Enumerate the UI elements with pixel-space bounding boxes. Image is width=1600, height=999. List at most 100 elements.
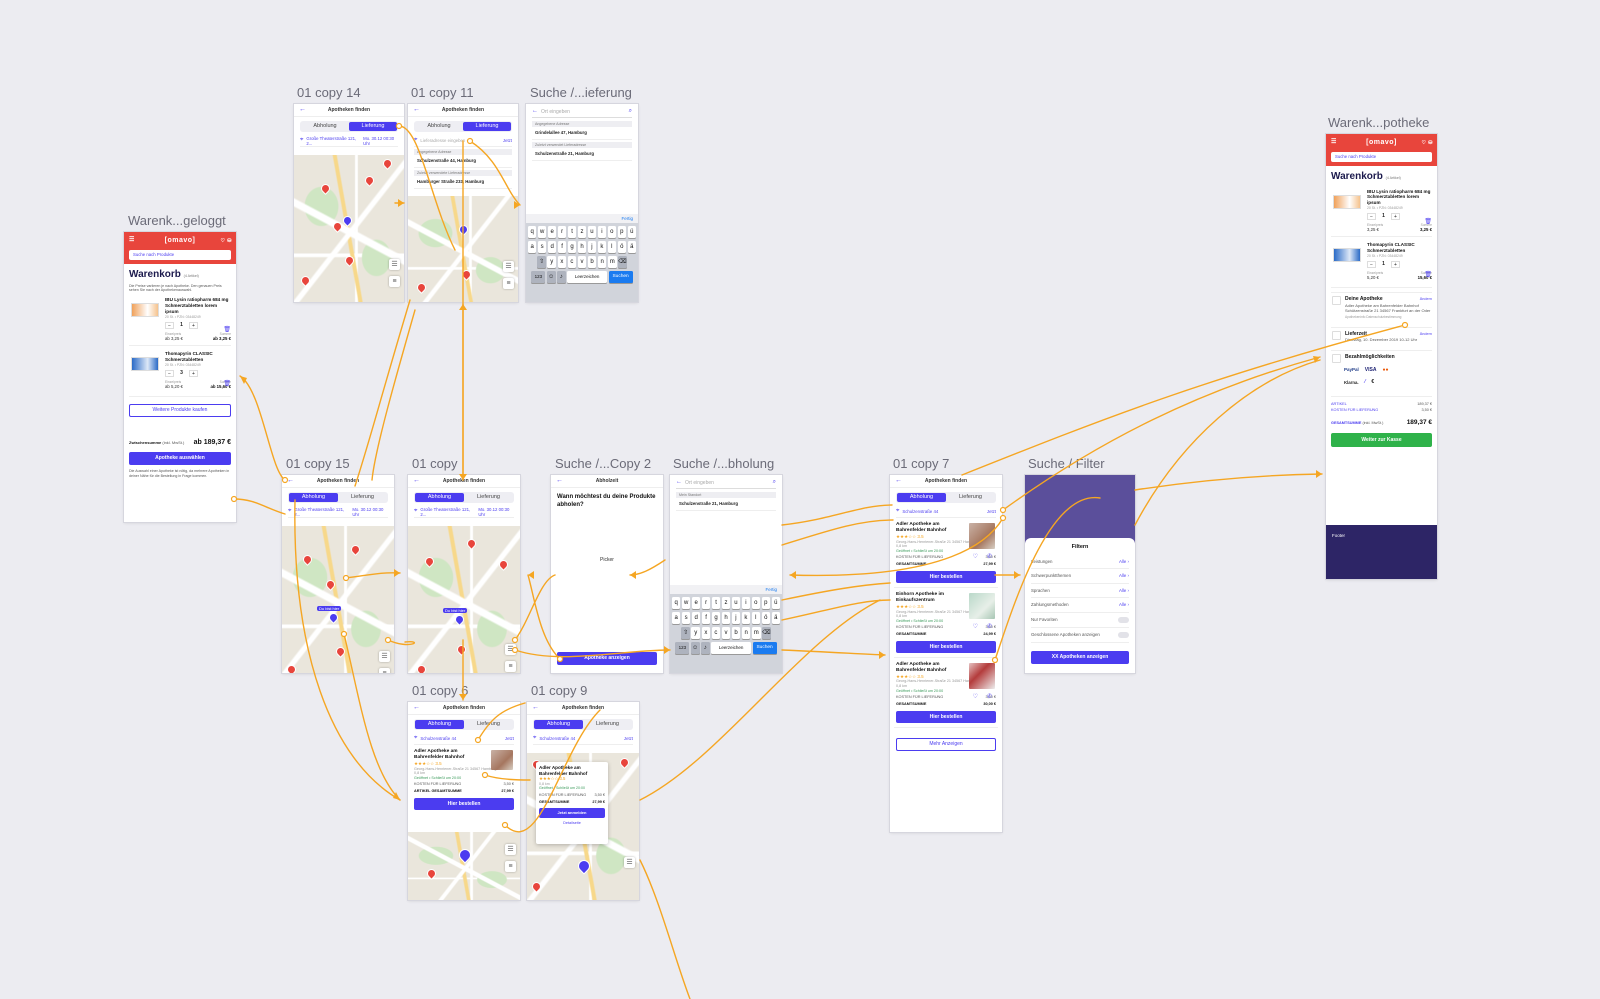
key[interactable]: h bbox=[577, 241, 587, 253]
product-name[interactable]: IBU Lysin ratiopharm 684 mg Schmerztable… bbox=[1367, 189, 1432, 206]
favorites-toggle[interactable] bbox=[1118, 616, 1129, 623]
order-here-button[interactable]: Hier bestellen bbox=[896, 570, 996, 583]
key[interactable]: g bbox=[711, 612, 721, 624]
phone-icon[interactable]: ✆ bbox=[987, 694, 992, 702]
tab-abholung[interactable]: Abholung bbox=[415, 720, 464, 729]
phone-icon[interactable]: ✆ bbox=[987, 554, 992, 562]
map-pin[interactable] bbox=[350, 544, 361, 555]
mic-icon[interactable]: ♪ bbox=[701, 642, 710, 654]
back-arrow-icon[interactable]: ← bbox=[413, 106, 420, 115]
address-row[interactable]: ⌖ Große Theaterstraße 121, 2... Mo. 30.12 … bbox=[288, 507, 388, 518]
key[interactable]: r bbox=[557, 226, 567, 238]
key[interactable]: w bbox=[537, 226, 547, 238]
tab-lieferung[interactable]: Lieferung bbox=[349, 122, 397, 131]
key[interactable]: d bbox=[547, 241, 557, 253]
key[interactable]: f bbox=[557, 241, 567, 253]
trash-icon[interactable]: 🗑 bbox=[1424, 272, 1432, 280]
key[interactable]: v bbox=[721, 627, 731, 639]
heart-icon[interactable]: ♡ bbox=[973, 554, 978, 562]
key[interactable]: e bbox=[691, 597, 701, 609]
key[interactable]: u bbox=[587, 226, 597, 238]
back-arrow-icon[interactable]: ← bbox=[413, 477, 420, 486]
show-more-button[interactable]: Mehr Anzeigen bbox=[896, 737, 996, 751]
plus-button[interactable]: + bbox=[189, 321, 198, 329]
key[interactable]: j bbox=[587, 241, 597, 253]
change-pharmacy-link[interactable]: Ändern bbox=[1420, 297, 1432, 302]
key[interactable]: p bbox=[617, 226, 627, 238]
mic-icon[interactable]: ♪ bbox=[557, 271, 566, 283]
backspace-key[interactable]: ⌫ bbox=[762, 627, 771, 639]
address-row[interactable]: ⌖ Schulzenstraße 44 Jetzt bbox=[414, 734, 514, 745]
map-pin[interactable] bbox=[382, 158, 393, 169]
pharmacy-links[interactable]: Apothekeninfo Datenschutzbestimmung bbox=[1345, 315, 1432, 319]
tab-abholung[interactable]: Abholung bbox=[301, 122, 349, 131]
search-input[interactable]: Ort eingeben bbox=[541, 109, 570, 115]
keyboard[interactable]: qwertzuiopü asdfghjklöä ⇧ y x c v b n m ⌫ 123 ☺ ♪ L… bbox=[670, 594, 782, 673]
globe-icon[interactable]: ☺ bbox=[546, 271, 556, 283]
product-name[interactable]: IBU Lysin ratiopharm 684 mg Schmerztable… bbox=[165, 297, 231, 314]
filter-row-sprachen[interactable]: Sprachen Alle › bbox=[1031, 584, 1129, 599]
key[interactable]: l bbox=[607, 241, 617, 253]
pharmacy-name[interactable]: Adler Apotheke am Bahrenfelder Bahnhof bbox=[896, 662, 960, 674]
map-pin[interactable] bbox=[320, 183, 331, 194]
shift-key[interactable]: ⇧ bbox=[681, 627, 690, 639]
key[interactable]: q bbox=[528, 226, 537, 238]
map-view[interactable]: Du bist hier ☰ ≡ bbox=[282, 526, 394, 673]
keyboard[interactable]: qwertzuiopü asdfghjklöä ⇧ y x c v b n m ⌫ 123 ☺ ♪ L… bbox=[526, 223, 638, 302]
map-pin[interactable] bbox=[426, 868, 437, 879]
key-search[interactable]: Suchen bbox=[752, 642, 777, 654]
address-suggestion[interactable]: Schulzenstraße 21, Hamburg bbox=[532, 148, 632, 161]
product-search-input[interactable]: Suche nach Produkte bbox=[1331, 152, 1432, 162]
tab-lieferung[interactable]: Lieferung bbox=[464, 720, 513, 729]
key[interactable]: u bbox=[731, 597, 741, 609]
selected-pharmacy-pin[interactable] bbox=[576, 858, 592, 874]
quantity-stepper[interactable]: −1 + bbox=[165, 321, 231, 329]
map-view[interactable]: Du bist hier ☰ ≡ bbox=[408, 526, 520, 673]
more-products-button[interactable]: Weitere Produkte kaufen bbox=[129, 404, 231, 418]
key[interactable]: i bbox=[741, 597, 751, 609]
list-view-icon[interactable]: ☰ bbox=[379, 651, 390, 662]
show-pharmacy-button[interactable]: Apotheke anzeigen bbox=[557, 652, 657, 665]
key-space[interactable]: Leerzeichen bbox=[567, 271, 608, 283]
phone-icon[interactable]: ✆ bbox=[987, 624, 992, 632]
key[interactable]: l bbox=[751, 612, 761, 624]
key[interactable]: s bbox=[681, 612, 691, 624]
back-arrow-icon[interactable]: ← bbox=[287, 477, 294, 486]
order-here-button[interactable]: Hier bestellen bbox=[896, 640, 996, 653]
plus-button[interactable]: + bbox=[1391, 261, 1400, 269]
key[interactable]: w bbox=[681, 597, 691, 609]
map-view[interactable]: ☰ ≡ bbox=[408, 832, 520, 900]
list-view-icon[interactable]: ☰ bbox=[505, 644, 516, 655]
key[interactable]: x bbox=[557, 256, 567, 268]
key[interactable]: a bbox=[528, 241, 537, 253]
trash-icon[interactable]: 🗑 bbox=[223, 327, 231, 335]
key[interactable]: x bbox=[701, 627, 711, 639]
key[interactable]: c bbox=[567, 256, 577, 268]
search-bar[interactable]: ← Ort eingeben ⌕ bbox=[676, 478, 776, 489]
map-pin[interactable] bbox=[424, 556, 435, 567]
quantity-stepper[interactable]: −1 + bbox=[1367, 261, 1432, 269]
key[interactable]: m bbox=[607, 256, 617, 268]
tab-lieferung[interactable]: Lieferung bbox=[463, 122, 511, 131]
map-pin[interactable] bbox=[344, 255, 355, 266]
list-view-icon[interactable]: ☰ bbox=[505, 844, 516, 855]
back-arrow-icon[interactable]: ← bbox=[676, 479, 682, 487]
map-view[interactable]: ☰ ≡ bbox=[294, 155, 404, 302]
key-numbers[interactable]: 123 bbox=[675, 642, 690, 654]
pharmacy-name[interactable]: Adler Apotheke am Bahrenfelder Bahnhof bbox=[539, 765, 605, 776]
minus-button[interactable]: − bbox=[1367, 261, 1376, 269]
map-pin[interactable] bbox=[466, 538, 477, 549]
map-pin[interactable] bbox=[286, 664, 297, 673]
heart-icon[interactable]: ♡ bbox=[973, 624, 978, 632]
tab-lieferung[interactable]: Lieferung bbox=[338, 493, 387, 502]
heart-cart-icon[interactable]: ♡ ⛁ bbox=[220, 238, 232, 244]
key[interactable]: g bbox=[567, 241, 577, 253]
time-picker[interactable]: Picker bbox=[551, 557, 663, 563]
key-numbers[interactable]: 123 bbox=[531, 271, 546, 283]
done-button[interactable]: Fertig bbox=[765, 587, 777, 592]
trash-icon[interactable]: 🗑 bbox=[1424, 219, 1432, 227]
key[interactable]: n bbox=[741, 627, 751, 639]
tab-abholung[interactable]: Abholung bbox=[534, 720, 583, 729]
key-search[interactable]: Suchen bbox=[608, 271, 633, 283]
heart-icon[interactable]: ♡ bbox=[973, 694, 978, 702]
